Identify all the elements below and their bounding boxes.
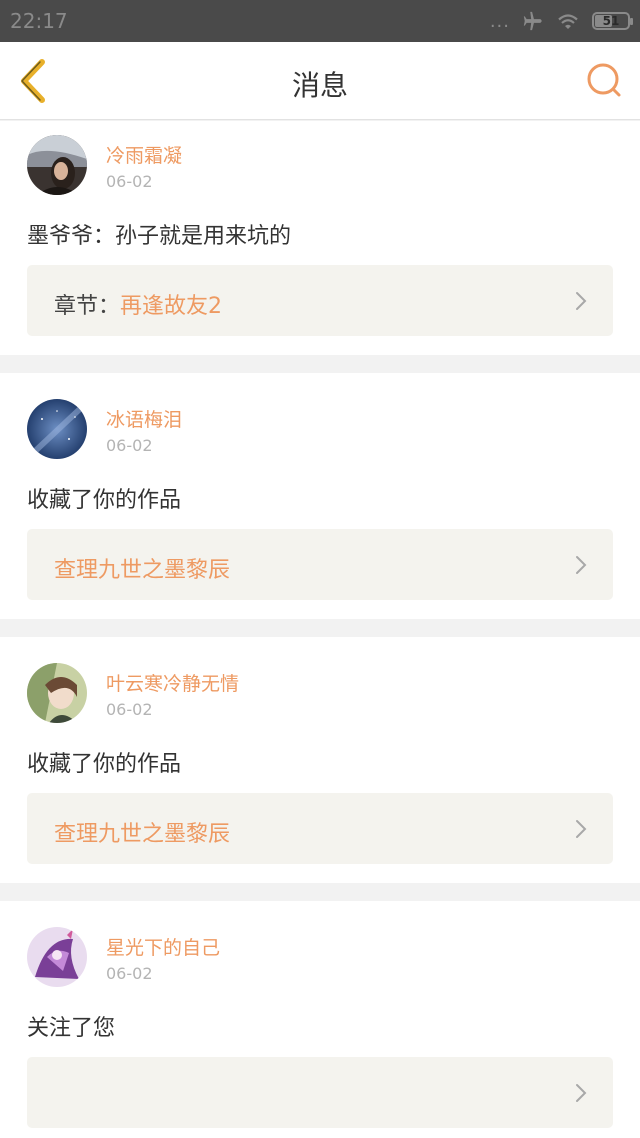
chapter-link[interactable]: 章节：再逢故友2: [27, 265, 613, 336]
message-card: 冷雨霜凝 06-02 墨爷爷：孙子就是用来坑的 章节：再逢故友2: [0, 121, 640, 355]
message-text: 墨爷爷：孙子就是用来坑的: [27, 224, 292, 249]
message-date: 06-02: [106, 172, 153, 191]
link-text: 查理九世之墨黎辰: [54, 552, 230, 584]
message-date: 06-02: [106, 700, 153, 719]
wifi-icon: [558, 14, 578, 29]
avatar[interactable]: [27, 135, 87, 195]
page-title: 消息: [291, 69, 348, 102]
avatar[interactable]: [27, 927, 87, 987]
message-text: 关注了您: [27, 1016, 116, 1041]
search-icon: [587, 63, 621, 97]
link-text: 查理九世之墨黎辰: [54, 816, 230, 848]
search-button[interactable]: [584, 60, 624, 100]
chevron-right-icon: [576, 292, 587, 310]
message-text: 收藏了你的作品: [27, 752, 182, 777]
work-link[interactable]: 查理九世之墨黎辰: [27, 793, 613, 864]
link-title: 查理九世之墨黎辰: [54, 822, 231, 847]
user-name[interactable]: 星光下的自己: [106, 933, 220, 960]
chevron-right-icon: [576, 556, 587, 574]
chevron-right-icon: [576, 820, 587, 838]
status-bar: 22:17 ... 51: [0, 0, 640, 42]
status-icons: ... 51: [489, 8, 633, 34]
battery-icon: 51: [592, 12, 633, 30]
user-name[interactable]: 冰语梅泪: [106, 405, 182, 432]
link-text: 章节：再逢故友2: [54, 288, 222, 320]
avatar[interactable]: [27, 663, 87, 723]
airplane-mode-icon: [523, 11, 542, 31]
more-dots-icon: ...: [489, 10, 510, 32]
status-time: 22:17: [10, 9, 68, 33]
chevron-right-icon: [576, 1084, 587, 1102]
nav-bar: 消息: [0, 42, 640, 120]
message-card: 冰语梅泪 06-02 收藏了你的作品 查理九世之墨黎辰: [0, 373, 640, 619]
user-name[interactable]: 叶云寒冷静无情: [106, 669, 239, 696]
message-card: 叶云寒冷静无情 06-02 收藏了你的作品 查理九世之墨黎辰: [0, 637, 640, 883]
message-date: 06-02: [106, 436, 153, 455]
link-prefix: 章节：: [54, 294, 121, 319]
message-text: 收藏了你的作品: [27, 488, 182, 513]
message-feed: 冷雨霜凝 06-02 墨爷爷：孙子就是用来坑的 章节：再逢故友2 冰语梅泪 06…: [0, 121, 640, 1138]
message-card: 星光下的自己 06-02 关注了您: [0, 901, 640, 1138]
user-name[interactable]: 冷雨霜凝: [106, 141, 182, 168]
message-date: 06-02: [106, 964, 153, 983]
avatar[interactable]: [27, 399, 87, 459]
link-title: 再逢故友2: [120, 294, 223, 319]
link-title: 查理九世之墨黎辰: [54, 558, 231, 583]
battery-level: 51: [602, 14, 620, 28]
work-link[interactable]: 查理九世之墨黎辰: [27, 529, 613, 600]
profile-link[interactable]: [27, 1057, 613, 1128]
